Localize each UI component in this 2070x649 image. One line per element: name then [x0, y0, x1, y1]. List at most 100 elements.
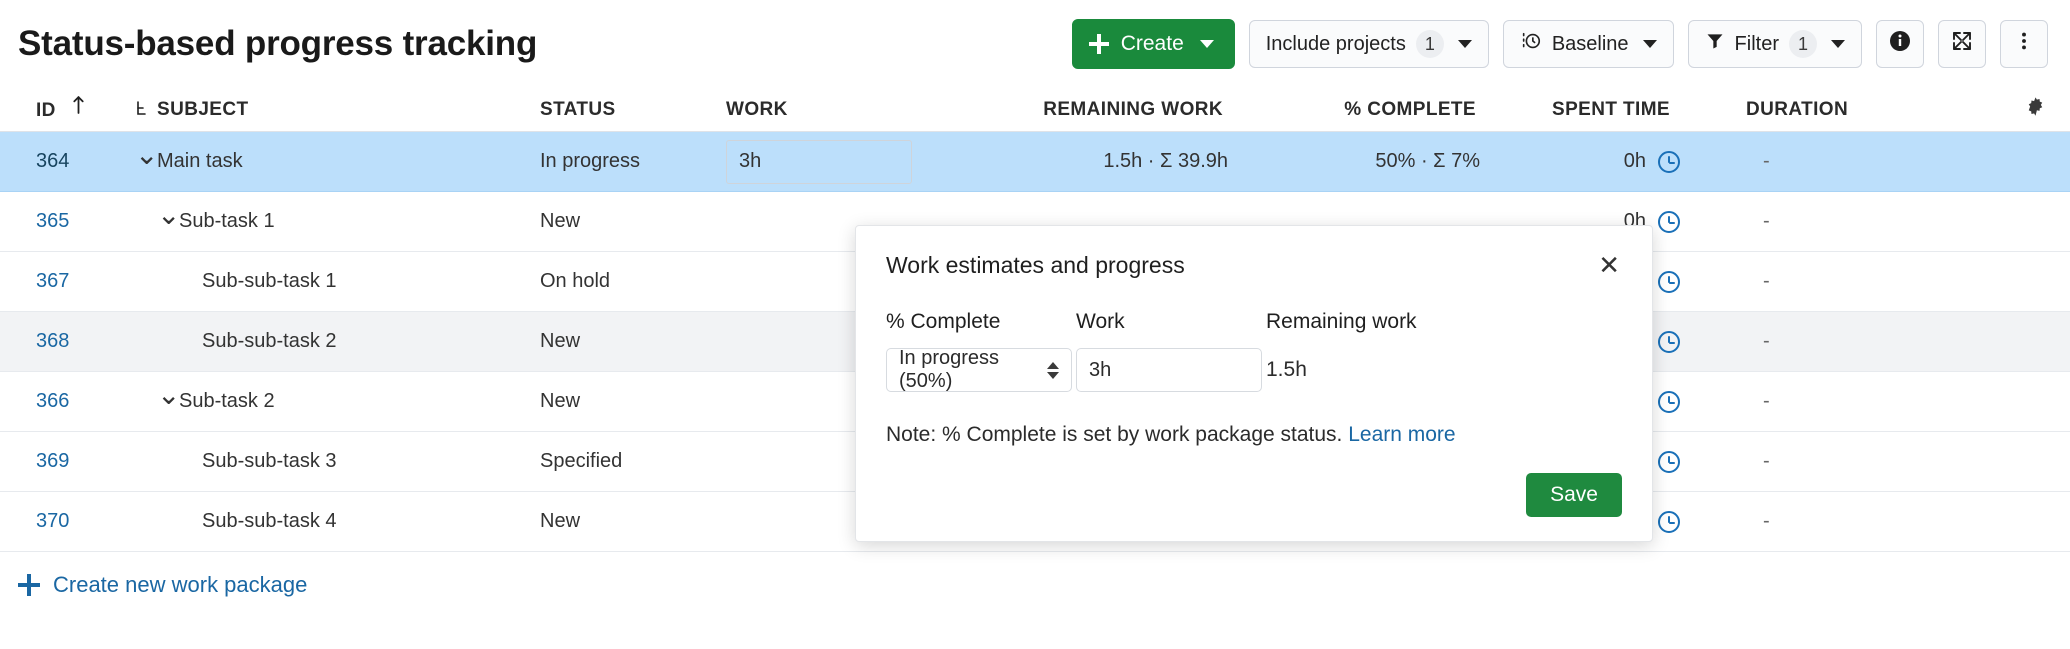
table-row[interactable]: 364 ⌄Main task In progress 3h 1.5h · Σ 39.9h…	[0, 132, 2070, 192]
baseline-label: Baseline	[1552, 33, 1629, 56]
remaining-work-field: Remaining work 1.5h	[1266, 310, 1486, 392]
work-package-id-link[interactable]: 366	[36, 390, 69, 412]
subject-wrapper: Sub-sub-task 1	[202, 270, 337, 293]
subject-text[interactable]: Sub-sub-task 2	[202, 330, 337, 353]
spent-time-value[interactable]: 0h	[1624, 150, 1646, 173]
create-button[interactable]: Create	[1072, 19, 1235, 69]
chevron-down-icon	[1643, 40, 1657, 48]
row-work-cell[interactable]: 3h	[720, 140, 920, 184]
filter-count-badge: 1	[1789, 30, 1817, 58]
column-header-percent-complete[interactable]: % COMPLETE	[1270, 99, 1520, 121]
subject-text[interactable]: Sub-task 1	[179, 210, 275, 233]
column-header-subject-label: SUBJECT	[157, 99, 248, 121]
work-label: Work	[1076, 310, 1266, 334]
row-subject-cell: ⌄Sub-task 1	[135, 208, 540, 236]
row-status-cell[interactable]: On hold	[540, 270, 720, 293]
row-status-cell[interactable]: In progress	[540, 150, 720, 173]
row-duration-cell[interactable]: -	[1680, 510, 1940, 533]
percent-complete-value: In progress (50%)	[899, 347, 1047, 393]
fullscreen-button[interactable]	[1938, 20, 1986, 68]
modal-note: Note: % Complete is set by work package …	[886, 423, 1622, 447]
column-header-remaining-work[interactable]: REMAINING WORK	[920, 99, 1270, 121]
column-header-work[interactable]: WORK	[720, 99, 920, 121]
row-id-cell: 366	[0, 390, 135, 413]
include-projects-count-badge: 1	[1416, 30, 1444, 58]
work-package-id-link[interactable]: 369	[36, 450, 69, 472]
row-percent-complete-cell[interactable]: 50% · Σ 7%	[1270, 150, 1520, 173]
row-id-cell: 369	[0, 450, 135, 473]
row-subject-cell: Sub-sub-task 4	[135, 510, 540, 533]
subject-wrapper: ⌄Sub-task 2	[157, 388, 275, 416]
table-header-row: ID SUBJECT STATUS WORK REMAINING WORK % …	[0, 88, 2070, 132]
clock-icon[interactable]	[1658, 271, 1680, 293]
subject-text[interactable]: Sub-sub-task 1	[202, 270, 337, 293]
clock-icon[interactable]	[1658, 391, 1680, 413]
filter-button[interactable]: Filter 1	[1688, 20, 1862, 68]
subject-text[interactable]: Sub-task 2	[179, 390, 275, 413]
row-id-cell: 365	[0, 210, 135, 233]
gear-icon	[2025, 99, 2046, 122]
save-button[interactable]: Save	[1526, 473, 1622, 517]
work-package-id-link[interactable]: 368	[36, 330, 69, 352]
modal-note-text: Note: % Complete is set by work package …	[886, 423, 1342, 446]
row-status-cell[interactable]: New	[540, 390, 720, 413]
modal-fields: % Complete In progress (50%) Work 3h Rem…	[886, 310, 1622, 392]
work-package-id-link[interactable]: 364	[36, 150, 69, 172]
column-header-id[interactable]: ID	[0, 97, 135, 122]
column-settings-button[interactable]	[1940, 96, 2070, 123]
remaining-work-value: 1.5h	[1266, 348, 1486, 392]
work-input[interactable]: 3h	[1076, 348, 1262, 392]
baseline-button[interactable]: Baseline	[1503, 20, 1674, 68]
row-duration-cell[interactable]: -	[1680, 210, 1940, 233]
clock-icon[interactable]	[1658, 331, 1680, 353]
row-subject-cell: ⌄Sub-task 2	[135, 388, 540, 416]
learn-more-link[interactable]: Learn more	[1348, 423, 1455, 446]
subject-text[interactable]: Main task	[157, 150, 243, 173]
percent-complete-select[interactable]: In progress (50%)	[886, 348, 1072, 392]
modal-title: Work estimates and progress	[886, 252, 1185, 279]
row-duration-cell[interactable]: -	[1680, 390, 1940, 413]
chevron-down-icon[interactable]: ⌄	[135, 141, 157, 169]
row-subject-cell: Sub-sub-task 1	[135, 270, 540, 293]
row-duration-cell[interactable]: -	[1680, 150, 1940, 173]
kebab-menu-icon	[2013, 30, 2035, 58]
chevron-down-icon[interactable]: ⌄	[157, 201, 179, 229]
row-id-cell: 364	[0, 150, 135, 173]
row-status-cell[interactable]: New	[540, 510, 720, 533]
work-package-id-link[interactable]: 370	[36, 510, 69, 532]
column-header-duration[interactable]: DURATION	[1680, 99, 1940, 121]
row-status-cell[interactable]: New	[540, 330, 720, 353]
close-icon[interactable]: ✕	[1596, 252, 1622, 278]
chevron-down-icon[interactable]: ⌄	[157, 381, 179, 409]
column-header-status[interactable]: STATUS	[540, 99, 720, 121]
plus-icon	[1089, 34, 1109, 54]
include-projects-button[interactable]: Include projects 1	[1249, 20, 1489, 68]
column-header-subject[interactable]: SUBJECT	[135, 99, 540, 121]
subject-wrapper: Sub-sub-task 4	[202, 510, 337, 533]
work-package-id-link[interactable]: 367	[36, 270, 69, 292]
column-header-spent-time[interactable]: SPENT TIME	[1520, 99, 1680, 121]
row-duration-cell[interactable]: -	[1680, 330, 1940, 353]
row-duration-cell[interactable]: -	[1680, 450, 1940, 473]
filter-icon	[1705, 31, 1725, 57]
more-options-button[interactable]	[2000, 20, 2048, 68]
fullscreen-icon	[1950, 29, 1974, 59]
include-projects-label: Include projects	[1266, 33, 1406, 56]
create-new-work-package-link[interactable]: Create new work package	[0, 552, 2070, 598]
create-button-label: Create	[1121, 32, 1184, 56]
clock-icon[interactable]	[1658, 211, 1680, 233]
clock-icon[interactable]	[1658, 511, 1680, 533]
row-status-cell[interactable]: Specified	[540, 450, 720, 473]
row-duration-cell[interactable]: -	[1680, 270, 1940, 293]
row-remaining-work-cell[interactable]: 1.5h · Σ 39.9h	[920, 150, 1270, 173]
work-inline-edit-field[interactable]: 3h	[726, 140, 912, 184]
subject-wrapper: Sub-sub-task 2	[202, 330, 337, 353]
row-status-cell[interactable]: New	[540, 210, 720, 233]
work-package-id-link[interactable]: 365	[36, 210, 69, 232]
clock-icon[interactable]	[1658, 451, 1680, 473]
info-button[interactable]	[1876, 20, 1924, 68]
subject-text[interactable]: Sub-sub-task 4	[202, 510, 337, 533]
clock-icon[interactable]	[1658, 151, 1680, 173]
subject-text[interactable]: Sub-sub-task 3	[202, 450, 337, 473]
row-id-cell: 368	[0, 330, 135, 353]
